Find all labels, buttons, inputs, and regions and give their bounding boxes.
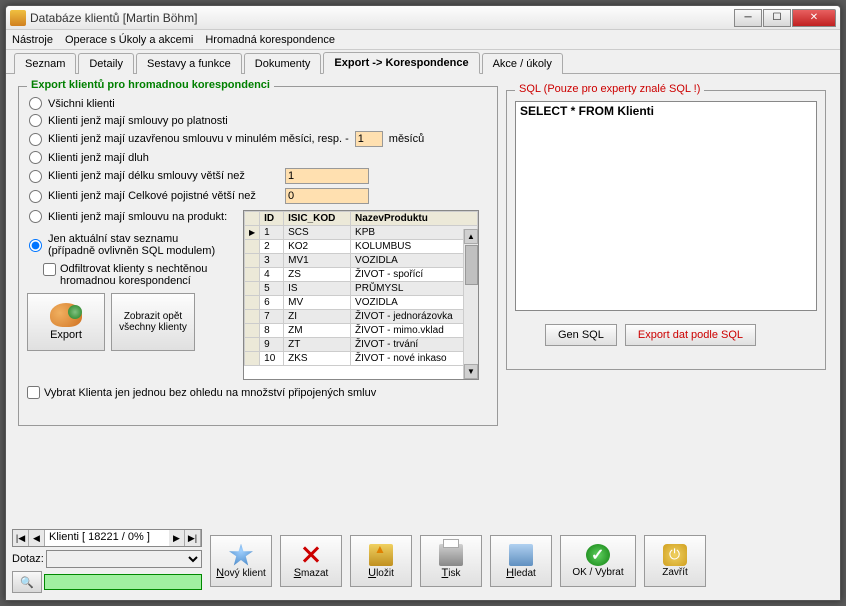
table-row: 9ZTŽIVOT - trvání bbox=[245, 338, 478, 352]
export-icon bbox=[50, 303, 82, 327]
sql-textarea[interactable] bbox=[515, 101, 817, 311]
months-input[interactable] bbox=[355, 131, 383, 147]
tab-dokumenty[interactable]: Dokumenty bbox=[244, 53, 322, 74]
delete-button[interactable]: Smazat bbox=[280, 535, 342, 587]
table-row: 5ISPRŮMYSL bbox=[245, 282, 478, 296]
showall-button[interactable]: Zobrazit opět všechny klienty bbox=[111, 293, 195, 351]
maximize-button[interactable]: ☐ bbox=[763, 9, 791, 27]
nav-next-icon[interactable]: ▶ bbox=[169, 530, 185, 546]
chk-once[interactable] bbox=[27, 386, 40, 399]
radio-lastmonth[interactable] bbox=[29, 133, 42, 146]
radio-expired-label: Klienti jenž mají smlouvy po platnosti bbox=[48, 115, 228, 127]
ok-icon bbox=[586, 544, 610, 566]
table-row: 4ZSŽIVOT - spořící bbox=[245, 268, 478, 282]
table-row: 1SCSKPB bbox=[245, 226, 478, 240]
menu-operations[interactable]: Operace s Úkoly a akcemi bbox=[65, 34, 193, 46]
scroll-thumb[interactable] bbox=[465, 245, 478, 285]
print-icon bbox=[439, 544, 463, 566]
find-button[interactable]: Hledat bbox=[490, 535, 552, 587]
scroll-down-icon[interactable]: ▼ bbox=[464, 364, 478, 379]
tabbar: Seznam Detaily Sestavy a funkce Dokument… bbox=[6, 50, 840, 74]
save-button[interactable]: Uložit bbox=[350, 535, 412, 587]
radio-all-label: Všichni klienti bbox=[48, 98, 115, 110]
chk-once-label: Vybrat Klienta jen jednou bez ohledu na … bbox=[44, 387, 376, 399]
radio-length[interactable] bbox=[29, 170, 42, 183]
dotaz-select[interactable] bbox=[46, 550, 202, 568]
radio-length-label: Klienti jenž mají délku smlouvy větší ne… bbox=[48, 170, 245, 182]
table-row: 8ZMŽIVOT - mimo.vklad bbox=[245, 324, 478, 338]
tab-sestavy[interactable]: Sestavy a funkce bbox=[136, 53, 242, 74]
navigator: |◀ ◀ Klienti [ 18221 / 0% ] ▶ ▶| Dotaz: … bbox=[12, 529, 202, 593]
radio-lastmonth-label: Klienti jenž mají uzavřenou smlouvu v mi… bbox=[48, 133, 349, 145]
col-id[interactable]: ID bbox=[260, 212, 284, 226]
months-unit: měsíců bbox=[389, 133, 424, 145]
nav-prev-icon[interactable]: ◀ bbox=[29, 530, 45, 546]
chk-filter[interactable] bbox=[43, 263, 56, 276]
export-groupbox: Export klientů pro hromadnou koresponden… bbox=[18, 86, 498, 426]
nav-counter: Klienti [ 18221 / 0% ] bbox=[45, 530, 169, 546]
tab-export[interactable]: Export -> Korespondence bbox=[323, 52, 479, 74]
save-icon bbox=[369, 544, 393, 566]
gen-sql-button[interactable]: Gen SQL bbox=[545, 324, 617, 346]
radio-product[interactable] bbox=[29, 210, 42, 223]
nav-first-icon[interactable]: |◀ bbox=[13, 530, 29, 546]
col-kod[interactable]: ISIC_KOD bbox=[284, 212, 351, 226]
tab-detaily[interactable]: Detaily bbox=[78, 53, 134, 74]
tab-akce[interactable]: Akce / úkoly bbox=[482, 53, 563, 74]
table-row: 3MV1VOZIDLA bbox=[245, 254, 478, 268]
export-sql-button[interactable]: Export dat podle SQL bbox=[625, 324, 756, 346]
app-icon bbox=[10, 10, 26, 26]
titlebar[interactable]: Databáze klientů [Martin Böhm] ─ ☐ ✕ bbox=[6, 6, 840, 30]
table-row: 2KO2KOLUMBUS bbox=[245, 240, 478, 254]
radio-debt-label: Klienti jenž mají dluh bbox=[48, 152, 149, 164]
export-button[interactable]: Export bbox=[27, 293, 105, 351]
table-row: 6MVVOZIDLA bbox=[245, 296, 478, 310]
grid-scrollbar[interactable]: ▲ ▼ bbox=[463, 229, 478, 379]
menubar: Nástroje Operace s Úkoly a akcemi Hromad… bbox=[6, 30, 840, 50]
menu-tools[interactable]: Nástroje bbox=[12, 34, 53, 46]
find-icon bbox=[509, 544, 533, 566]
scroll-up-icon[interactable]: ▲ bbox=[464, 229, 478, 244]
radio-current-label: Jen aktuální stav seznamu(případně ovliv… bbox=[48, 233, 215, 257]
chk-filter-label: Odfiltrovat klienty s nechtěnou hromadno… bbox=[60, 263, 237, 287]
table-row: 7ZIŽIVOT - jednorázovka bbox=[245, 310, 478, 324]
product-grid[interactable]: IDISIC_KODNazevProduktu 1SCSKPB 2KO2KOLU… bbox=[243, 210, 479, 380]
print-button[interactable]: Tisk bbox=[420, 535, 482, 587]
radio-total-label: Klienti jenž mají Celkové pojistné větší… bbox=[48, 190, 256, 202]
radio-product-label: Klienti jenž mají smlouvu na produkt: bbox=[48, 211, 227, 223]
tab-seznam[interactable]: Seznam bbox=[14, 53, 76, 74]
length-input[interactable] bbox=[285, 168, 369, 184]
dotaz-label: Dotaz: bbox=[12, 553, 44, 565]
sql-legend: SQL (Pouze pro experty znalé SQL !) bbox=[515, 83, 704, 95]
export-legend: Export klientů pro hromadnou koresponden… bbox=[27, 79, 274, 91]
radio-current[interactable] bbox=[29, 239, 42, 252]
ok-button[interactable]: OK / Vybrat bbox=[560, 535, 636, 587]
power-icon bbox=[663, 544, 687, 566]
table-row: 10ZKSŽIVOT - nové inkaso bbox=[245, 352, 478, 366]
new-client-button[interactable]: Nový klient bbox=[210, 535, 272, 587]
sql-groupbox: SQL (Pouze pro experty znalé SQL !) Gen … bbox=[506, 90, 826, 370]
progress-bar bbox=[44, 574, 202, 590]
radio-total[interactable] bbox=[29, 190, 42, 203]
nav-last-icon[interactable]: ▶| bbox=[185, 530, 201, 546]
star-icon bbox=[229, 544, 253, 566]
radio-debt[interactable] bbox=[29, 151, 42, 164]
window-title: Databáze klientů [Martin Böhm] bbox=[30, 11, 734, 25]
col-name[interactable]: NazevProduktu bbox=[351, 212, 478, 226]
radio-expired[interactable] bbox=[29, 114, 42, 127]
minimize-button[interactable]: ─ bbox=[734, 9, 762, 27]
search-icon-button[interactable]: 🔍 bbox=[12, 571, 42, 593]
total-input[interactable] bbox=[285, 188, 369, 204]
close-window-button[interactable]: Zavřít bbox=[644, 535, 706, 587]
menu-correspondence[interactable]: Hromadná korespondence bbox=[205, 34, 335, 46]
toolbar: Nový klient Smazat Uložit Tisk Hledat OK… bbox=[210, 535, 706, 587]
radio-all[interactable] bbox=[29, 97, 42, 110]
delete-icon bbox=[299, 544, 323, 566]
close-button[interactable]: ✕ bbox=[792, 9, 836, 27]
